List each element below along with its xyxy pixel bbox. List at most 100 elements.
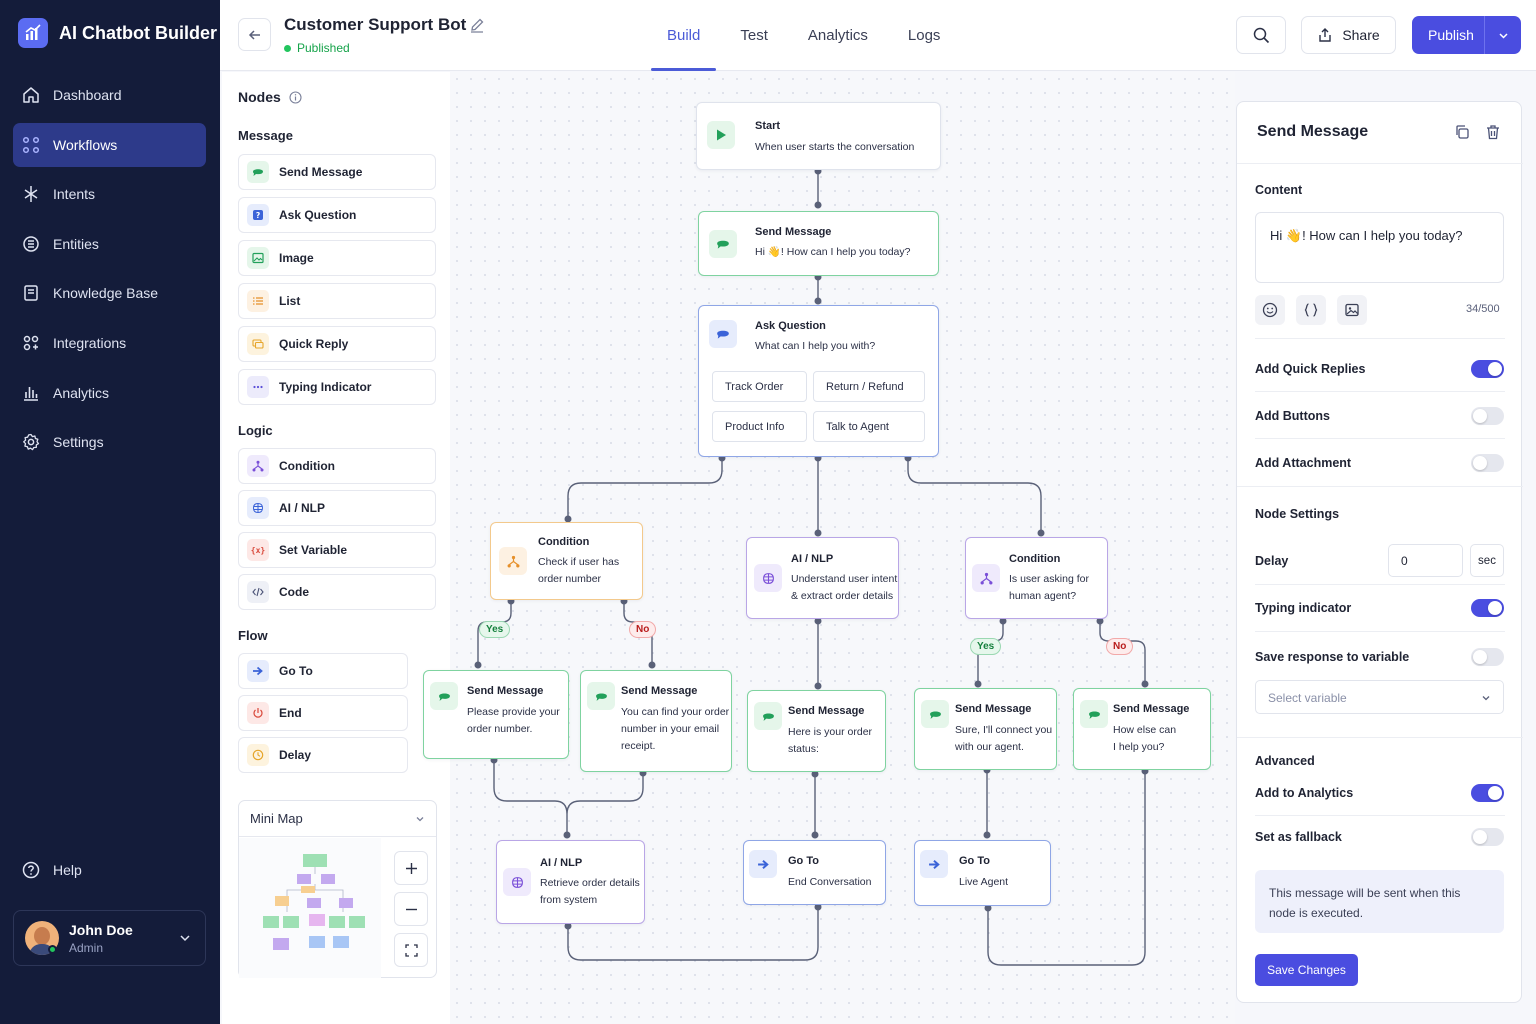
chat-bubble-icon <box>587 682 615 710</box>
copy-icon[interactable] <box>1454 124 1470 140</box>
share-button[interactable]: Share <box>1301 16 1396 54</box>
topbar: Customer Support Bot Published Build Tes… <box>220 0 1536 71</box>
set-as-fallback-toggle[interactable] <box>1471 828 1504 846</box>
node-desc: Retrieve order details <box>540 877 640 889</box>
emoji-button[interactable] <box>1255 295 1285 325</box>
tab-test[interactable]: Test <box>724 0 784 71</box>
palette-item-list[interactable]: List <box>238 283 436 319</box>
sidebar-item-analytics[interactable]: Analytics <box>13 371 206 415</box>
delay-input[interactable]: 0 <box>1388 544 1463 577</box>
palette-item-delay[interactable]: Delay <box>238 737 408 773</box>
zoom-out-button[interactable] <box>394 892 428 926</box>
sidebar-item-label: Settings <box>53 434 104 451</box>
node-go-to-live-agent[interactable]: Go To Live Agent <box>914 840 1051 906</box>
publish-button[interactable]: Publish <box>1412 16 1521 54</box>
node-title: Send Message <box>788 705 865 717</box>
sidebar-item-dashboard[interactable]: Dashboard <box>13 73 206 117</box>
zoom-in-button[interactable] <box>394 851 428 885</box>
image-insert-button[interactable] <box>1337 295 1367 325</box>
info-note: This message will be sent when this node… <box>1255 870 1504 933</box>
palette-item-label: Image <box>279 251 314 265</box>
back-button[interactable] <box>238 18 271 51</box>
save-response-label: Save response to variable <box>1255 650 1410 664</box>
fit-view-button[interactable] <box>394 933 428 967</box>
sidebar-item-settings[interactable]: Settings <box>13 420 206 464</box>
publish-dropdown[interactable] <box>1485 30 1521 41</box>
option-chip[interactable]: Product Info <box>712 411 807 442</box>
palette-item-set-variable[interactable]: {x} Set Variable <box>238 532 436 568</box>
node-condition-order-number[interactable]: Condition Check if user has order number <box>490 522 643 600</box>
message-content-input[interactable]: Hi 👋! How can I help you today? <box>1255 212 1504 283</box>
palette-item-end[interactable]: End <box>238 695 408 731</box>
trash-icon[interactable] <box>1485 124 1501 140</box>
node-title: Send Message <box>467 685 544 697</box>
add-attachment-label: Add Attachment <box>1255 456 1352 470</box>
help-link[interactable]: Help <box>22 848 82 892</box>
palette-item-typing-indicator[interactable]: Typing Indicator <box>238 369 436 405</box>
search-button[interactable] <box>1236 16 1286 54</box>
palette-item-code[interactable]: Code <box>238 574 436 610</box>
node-go-to-end[interactable]: Go To End Conversation <box>743 840 886 905</box>
option-chip[interactable]: Track Order <box>712 371 807 402</box>
palette-item-ai-nlp[interactable]: AI / NLP <box>238 490 436 526</box>
node-send-message-connect-agent[interactable]: Send Message Sure, I'll connect you with… <box>914 688 1057 770</box>
chevron-down-icon <box>1482 696 1490 701</box>
sidebar-item-intents[interactable]: Intents <box>13 172 206 216</box>
app-name: AI Chatbot Builder <box>59 22 217 43</box>
node-send-message-order-status[interactable]: Send Message Here is your order status: <box>747 690 886 772</box>
delay-unit[interactable]: sec <box>1470 544 1504 577</box>
palette-item-go-to[interactable]: Go To <box>238 653 408 689</box>
brain-icon <box>247 497 269 519</box>
node-desc: from system <box>540 894 598 906</box>
variable-insert-button[interactable] <box>1296 295 1326 325</box>
sidebar-item-entities[interactable]: Entities <box>13 222 206 266</box>
user-menu[interactable]: John Doe Admin <box>13 910 206 966</box>
chat-bubble-icon <box>430 682 458 710</box>
share-icon <box>1319 28 1332 42</box>
sidebar-item-workflows[interactable]: Workflows <box>13 122 206 167</box>
typing-indicator-label: Typing indicator <box>1255 601 1352 615</box>
sidebar-item-knowledge-base[interactable]: Knowledge Base <box>13 271 206 315</box>
status-text: Published <box>297 41 350 55</box>
add-buttons-toggle[interactable] <box>1471 407 1504 425</box>
save-response-toggle[interactable] <box>1471 648 1504 666</box>
add-quick-replies-toggle[interactable] <box>1471 360 1504 378</box>
sidebar-item-integrations[interactable]: Integrations <box>13 321 206 365</box>
mini-map-header[interactable]: Mini Map <box>239 801 436 837</box>
node-ai-nlp-retrieve[interactable]: AI / NLP Retrieve order details from sys… <box>496 840 645 924</box>
tab-build[interactable]: Build <box>651 0 717 71</box>
typing-indicator-toggle[interactable] <box>1471 599 1504 617</box>
node-condition-human-agent[interactable]: Condition Is user asking for human agent… <box>965 537 1108 619</box>
pencil-icon[interactable] <box>469 17 485 33</box>
palette-item-image[interactable]: Image <box>238 240 436 276</box>
variable-select[interactable]: Select variable <box>1255 680 1504 714</box>
add-attachment-toggle[interactable] <box>1471 454 1504 472</box>
node-title: Send Message <box>621 685 698 697</box>
node-send-message-how-else[interactable]: Send Message How else can I help you? <box>1073 688 1211 770</box>
tab-analytics[interactable]: Analytics <box>792 0 884 71</box>
palette-item-condition[interactable]: Condition <box>238 448 436 484</box>
play-icon <box>707 121 735 149</box>
node-ask-question[interactable]: Ask Question What can I help you with? T… <box>698 305 939 457</box>
palette-item-send-message[interactable]: Send Message <box>238 154 436 190</box>
palette-item-ask-question[interactable]: ? Ask Question <box>238 197 436 233</box>
palette-item-label: AI / NLP <box>279 501 326 515</box>
info-icon[interactable] <box>289 90 302 104</box>
palette-item-quick-reply[interactable]: Quick Reply <box>238 326 436 362</box>
option-chip[interactable]: Talk to Agent <box>813 411 925 442</box>
option-chip[interactable]: Return / Refund <box>813 371 925 402</box>
bar-chart-icon <box>24 386 38 401</box>
mini-map-canvas[interactable] <box>239 838 381 978</box>
palette-item-label: List <box>279 294 301 308</box>
add-to-analytics-toggle[interactable] <box>1471 784 1504 802</box>
node-ai-nlp-intent[interactable]: AI / NLP Understand user intent & extrac… <box>746 537 899 619</box>
user-name: John Doe <box>69 921 133 938</box>
save-changes-button[interactable]: Save Changes <box>1255 954 1358 986</box>
tab-logs[interactable]: Logs <box>892 0 957 71</box>
node-start[interactable]: Start When user starts the conversation <box>696 102 941 170</box>
node-desc: status: <box>788 743 819 755</box>
brand[interactable]: AI Chatbot Builder <box>0 0 220 66</box>
node-send-message-greeting[interactable]: Send Message Hi 👋! How can I help you to… <box>698 211 939 276</box>
node-send-message-find-order[interactable]: Send Message You can find your order num… <box>580 670 732 772</box>
node-send-message-ask-order[interactable]: Send Message Please provide your order n… <box>423 670 569 759</box>
